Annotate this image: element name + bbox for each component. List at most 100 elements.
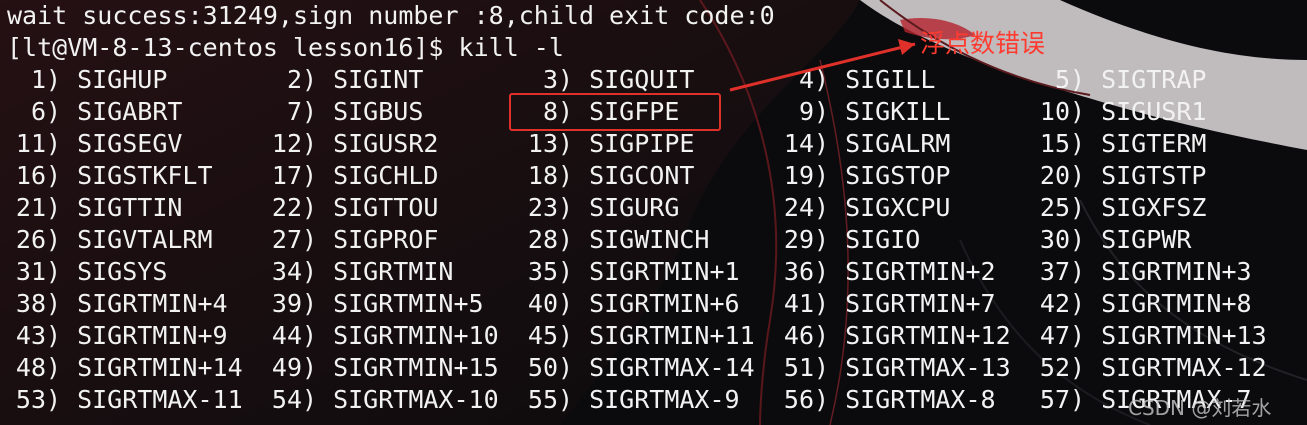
signal-item: 52) SIGRTMAX-12 [1024, 352, 1280, 384]
signal-number: 43 [15, 321, 46, 350]
signal-paren: ) [814, 321, 830, 350]
signal-item: 15) SIGTERM [1024, 128, 1280, 160]
terminal-window[interactable]: wait success:31249,sign number :8,child … [0, 0, 1307, 425]
signal-item: 13) SIGPIPE [512, 128, 768, 160]
signal-paren: ) [302, 385, 318, 414]
signal-paren: ) [814, 97, 830, 126]
signal-name: SIGWINCH [589, 225, 710, 254]
signal-paren: ) [46, 65, 62, 94]
signal-paren: ) [1070, 321, 1086, 350]
signal-item: 4) SIGILL [768, 64, 1024, 96]
signal-item: 18) SIGCONT [512, 160, 768, 192]
signal-number: 19 [783, 161, 814, 190]
signal-number: 22 [271, 193, 302, 222]
signal-item: 1) SIGHUP [0, 64, 256, 96]
signal-name: SIGRTMIN [333, 257, 454, 286]
signal-number: 30 [1039, 225, 1070, 254]
signal-name: SIGTTIN [77, 193, 183, 222]
signal-paren: ) [46, 129, 62, 158]
signal-number: 18 [527, 161, 558, 190]
signal-name: SIGRTMIN+6 [589, 289, 740, 318]
signal-paren: ) [558, 225, 574, 254]
signal-item: 51) SIGRTMAX-13 [768, 352, 1024, 384]
signal-name: SIGRTMIN+13 [1101, 321, 1267, 350]
signal-item: 19) SIGSTOP [768, 160, 1024, 192]
signal-item: 3) SIGQUIT [512, 64, 768, 96]
signal-paren: ) [558, 289, 574, 318]
signal-item: 40) SIGRTMIN+6 [512, 288, 768, 320]
signal-paren: ) [1070, 97, 1086, 126]
signal-number: 56 [783, 385, 814, 414]
signal-number: 41 [783, 289, 814, 318]
signal-name: SIGVTALRM [77, 225, 213, 254]
signal-number: 20 [1039, 161, 1070, 190]
signal-name: SIGCONT [589, 161, 695, 190]
signal-paren: ) [46, 321, 62, 350]
signal-paren: ) [46, 193, 62, 222]
signal-item: 11) SIGSEGV [0, 128, 256, 160]
signal-paren: ) [558, 353, 574, 382]
signal-item: 34) SIGRTMIN [256, 256, 512, 288]
signal-paren: ) [46, 385, 62, 414]
signal-name: SIGXFSZ [1101, 193, 1207, 222]
signal-paren: ) [1070, 289, 1086, 318]
signal-item: 29) SIGIO [768, 224, 1024, 256]
signal-name: SIGSTKFLT [77, 161, 213, 190]
signal-paren: ) [302, 129, 318, 158]
signal-paren: ) [814, 161, 830, 190]
signal-paren: ) [302, 193, 318, 222]
signal-paren: ) [814, 385, 830, 414]
signal-number: 9 [798, 97, 814, 126]
signal-name: SIGPROF [333, 225, 439, 254]
signal-item: 20) SIGTSTP [1024, 160, 1280, 192]
annotation-label: 浮点数错误 [920, 29, 1046, 58]
signal-number: 14 [783, 129, 814, 158]
signal-number: 50 [527, 353, 558, 382]
signal-number: 40 [527, 289, 558, 318]
signal-item: 5) SIGTRAP [1024, 64, 1280, 96]
signal-name: SIGTRAP [1101, 65, 1207, 94]
signal-number: 35 [527, 257, 558, 286]
signal-number: 13 [527, 129, 558, 158]
signal-number: 2 [286, 65, 302, 94]
signal-number: 36 [783, 257, 814, 286]
signal-item: 27) SIGPROF [256, 224, 512, 256]
signal-paren: ) [1070, 161, 1086, 190]
signal-row: 11) SIGSEGV 12) SIGUSR2 13) SIGPIPE 14) SIG… [0, 128, 1307, 160]
signal-name: SIGILL [845, 65, 936, 94]
signal-number: 42 [1039, 289, 1070, 318]
signal-item: 50) SIGRTMAX-14 [512, 352, 768, 384]
signal-item: 24) SIGXCPU [768, 192, 1024, 224]
signal-item: 56) SIGRTMAX-8 [768, 384, 1024, 416]
signal-name: SIGPWR [1101, 225, 1192, 254]
signal-name: SIGUSR2 [333, 129, 439, 158]
signal-paren: ) [46, 161, 62, 190]
signal-item: 42) SIGRTMIN+8 [1024, 288, 1280, 320]
signal-name: SIGXCPU [845, 193, 951, 222]
signal-item: 14) SIGALRM [768, 128, 1024, 160]
signal-item: 16) SIGSTKFLT [0, 160, 256, 192]
signal-row: 53) SIGRTMAX-11 54) SIGRTMAX-10 55) SIGRTM… [0, 384, 1307, 416]
signal-number: 27 [271, 225, 302, 254]
signal-name: SIGRTMAX-9 [589, 385, 740, 414]
signal-number: 37 [1039, 257, 1070, 286]
signal-name: SIGTTOU [333, 193, 439, 222]
signal-number: 23 [527, 193, 558, 222]
signal-paren: ) [558, 161, 574, 190]
signal-row: 1) SIGHUP 2) SIGINT 3) SIGQUIT 4) SIGILL 5) … [0, 64, 1307, 96]
signal-number: 54 [271, 385, 302, 414]
signal-paren: ) [302, 321, 318, 350]
signal-paren: ) [46, 289, 62, 318]
signal-number: 52 [1039, 353, 1070, 382]
signal-name: SIGHUP [77, 65, 168, 94]
signal-paren: ) [814, 257, 830, 286]
signal-name: SIGUSR1 [1101, 97, 1207, 126]
signal-number: 28 [527, 225, 558, 254]
signal-paren: ) [558, 65, 574, 94]
signal-item: 39) SIGRTMIN+5 [256, 288, 512, 320]
signal-item: 23) SIGURG [512, 192, 768, 224]
signal-item: 37) SIGRTMIN+3 [1024, 256, 1280, 288]
sigfpe-highlight-box [509, 93, 721, 131]
signal-item: 6) SIGABRT [0, 96, 256, 128]
signal-name: SIGRTMIN+5 [333, 289, 484, 318]
